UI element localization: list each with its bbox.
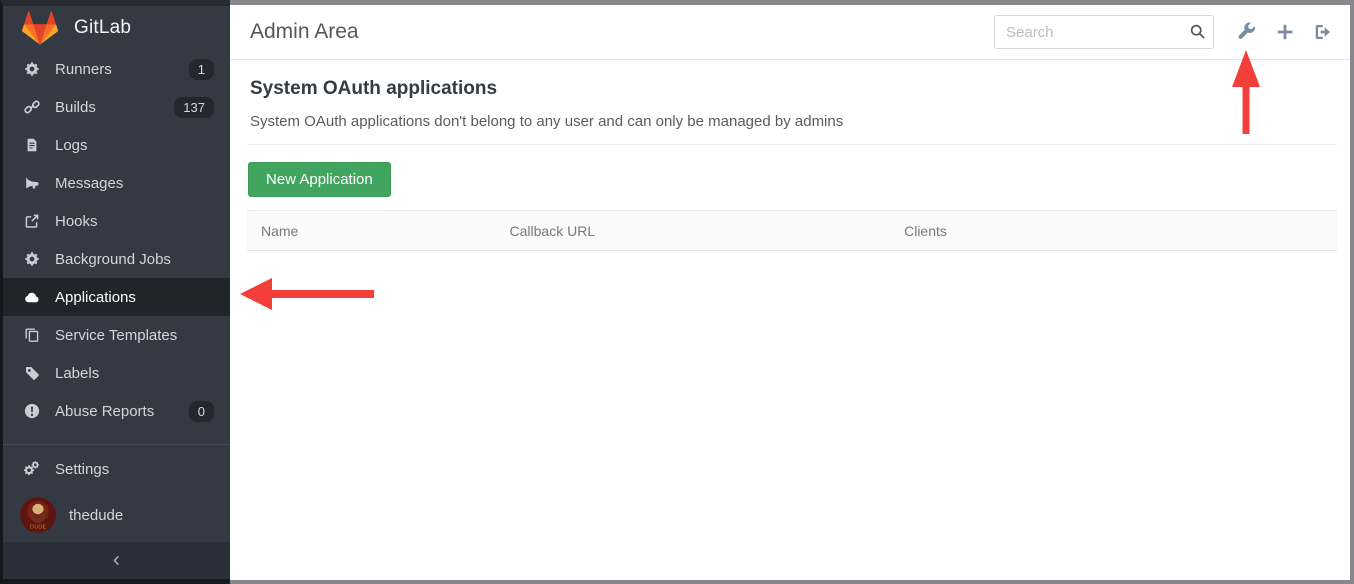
main-area: Admin Area System OAuth applications Sys…: [230, 0, 1354, 584]
link-icon: [24, 99, 40, 115]
section-heading: System OAuth applications: [250, 78, 1337, 100]
sidebar-item-label: Hooks: [55, 213, 214, 230]
external-link-icon: [24, 213, 40, 229]
column-header-name: Name: [247, 211, 496, 251]
sidebar-item-labels[interactable]: Labels: [3, 354, 230, 392]
sidebar-item-label: Messages: [55, 175, 214, 192]
sidebar-item-applications[interactable]: Applications: [3, 278, 230, 316]
gitlab-admin-window: GitLab Runners1Builds137LogsMessagesHook…: [0, 0, 1354, 584]
exclamation-circle-icon: [24, 403, 40, 419]
sidebar-item-logs[interactable]: Logs: [3, 126, 230, 164]
sidebar-item-abuse-reports[interactable]: Abuse Reports0: [3, 392, 230, 430]
svg-text:DUDE: DUDE: [30, 525, 46, 531]
admin-wrench-button[interactable]: [1237, 22, 1257, 42]
wrench-icon: [1237, 22, 1257, 42]
file-text-icon: [24, 137, 40, 153]
sidebar-item-label: Labels: [55, 365, 214, 382]
count-badge: 0: [189, 401, 214, 422]
sidebar-item-label: Builds: [55, 99, 174, 116]
bullhorn-icon: [24, 175, 40, 191]
sidebar-nav: Runners1Builds137LogsMessagesHooksBackgr…: [3, 50, 230, 430]
sidebar: GitLab Runners1Builds137LogsMessagesHook…: [0, 0, 230, 584]
sidebar-item-settings[interactable]: Settings: [3, 450, 230, 488]
logo-text: GitLab: [74, 17, 131, 39]
sidebar-item-label: Applications: [55, 289, 214, 306]
sidebar-item-hooks[interactable]: Hooks: [3, 202, 230, 240]
count-badge: 1: [189, 59, 214, 80]
user-name: thedude: [69, 507, 123, 524]
plus-icon: [1275, 22, 1295, 42]
column-header-clients: Clients: [890, 211, 1337, 251]
page-title: Admin Area: [250, 20, 994, 44]
sidebar-item-label: Logs: [55, 137, 214, 154]
main-header: Admin Area: [230, 5, 1350, 60]
sidebar-item-builds[interactable]: Builds137: [3, 88, 230, 126]
sidebar-item-label: Service Templates: [55, 327, 214, 344]
gear-icon: [24, 251, 40, 267]
tag-icon: [24, 365, 40, 381]
content: System OAuth applications System OAuth a…: [230, 60, 1350, 251]
sidebar-item-messages[interactable]: Messages: [3, 164, 230, 202]
search-box: [994, 15, 1214, 49]
sidebar-user-item[interactable]: DUDE thedude: [3, 488, 230, 542]
table-header-row: Name Callback URL Clients: [247, 211, 1337, 251]
sign-out-icon: [1313, 22, 1333, 42]
sidebar-item-label: Abuse Reports: [55, 403, 189, 420]
chevron-left-icon: [110, 554, 123, 567]
column-header-callback-url: Callback URL: [496, 211, 891, 251]
sidebar-item-runners[interactable]: Runners1: [3, 50, 230, 88]
count-badge: 137: [174, 97, 214, 118]
search-input[interactable]: [994, 15, 1214, 49]
cloud-icon: [24, 289, 40, 305]
copy-icon: [24, 327, 40, 343]
new-application-button[interactable]: New Application: [248, 162, 391, 197]
section-description: System OAuth applications don't belong t…: [250, 113, 1337, 130]
new-button[interactable]: [1275, 22, 1295, 42]
oauth-applications-table: Name Callback URL Clients: [247, 210, 1337, 251]
sidebar-nav-secondary: Settings: [3, 444, 230, 488]
sidebar-item-background-jobs[interactable]: Background Jobs: [3, 240, 230, 278]
sidebar-item-label: Settings: [55, 461, 214, 478]
gear-icon: [24, 61, 40, 77]
sign-out-button[interactable]: [1313, 22, 1333, 42]
header-actions: [1237, 22, 1333, 42]
divider: [247, 144, 1337, 145]
gears-icon: [24, 461, 40, 477]
sidebar-header[interactable]: GitLab: [3, 6, 230, 50]
avatar-thedude: DUDE: [20, 497, 56, 533]
search-icon: [1189, 23, 1206, 40]
sidebar-item-service-templates[interactable]: Service Templates: [3, 316, 230, 354]
sidebar-collapse-button[interactable]: [3, 542, 230, 579]
sidebar-item-label: Runners: [55, 61, 189, 78]
gitlab-tanuki-logo-icon: [22, 11, 58, 45]
sidebar-item-label: Background Jobs: [55, 251, 214, 268]
